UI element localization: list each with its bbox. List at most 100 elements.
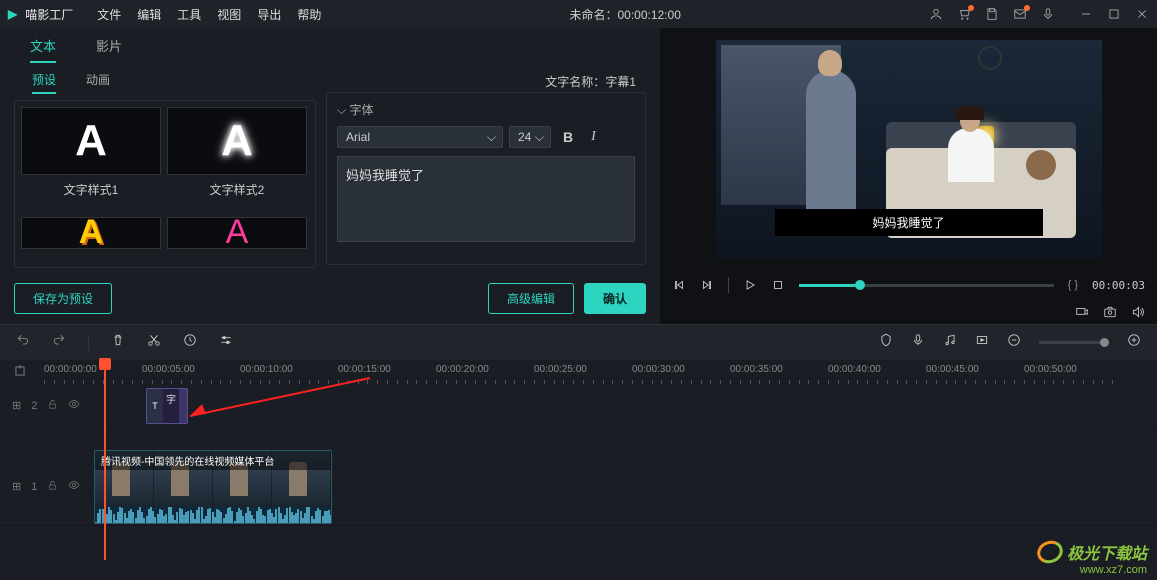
subtitle-textarea[interactable]	[337, 156, 635, 242]
font-family-select[interactable]: Arial	[337, 126, 503, 148]
preset-thumb: A	[167, 107, 307, 175]
text-name-value: 字幕1	[605, 75, 636, 89]
advanced-edit-button[interactable]: 高级编辑	[488, 283, 574, 314]
prev-frame-icon[interactable]	[672, 278, 686, 292]
delete-icon[interactable]	[111, 333, 125, 352]
presets-column: 预设 动画 A 文字样式1 A 文字样式2 A	[14, 71, 316, 265]
visibility-icon[interactable]	[68, 398, 80, 413]
close-icon[interactable]	[1135, 7, 1149, 21]
stop-icon[interactable]	[771, 278, 785, 292]
preset-label: 文字样式1	[21, 181, 161, 198]
cart-icon[interactable]	[957, 7, 971, 21]
undo-icon[interactable]	[16, 333, 30, 352]
italic-button[interactable]: I	[585, 127, 602, 147]
history-icon[interactable]	[183, 333, 197, 352]
preview-subtitle: 妈妈我睡觉了	[774, 209, 1042, 236]
ruler-mark: 00:00:50:00	[1024, 364, 1077, 375]
player-controls: { } 00:00:03	[660, 270, 1157, 300]
track-type-video-icon: ⊞	[12, 480, 21, 493]
zoom-in-icon[interactable]	[1127, 333, 1141, 352]
time-ruler[interactable]: 00:00:00:00 00:00:05:00 00:00:10:00 00:00:1…	[40, 360, 1157, 384]
bold-button[interactable]: B	[557, 127, 579, 147]
watermark-url: www.xz7.com	[1037, 564, 1147, 576]
track-type-text-icon: ⊞	[12, 399, 21, 412]
video-clip[interactable]: 腾讯视频-中国领先的在线视频媒体平台	[94, 450, 332, 524]
playhead[interactable]	[104, 360, 106, 560]
tab-clip[interactable]: 影片	[96, 36, 122, 63]
redo-icon[interactable]	[52, 333, 66, 352]
audio-mixer-icon[interactable]	[943, 333, 957, 352]
ruler-mark: 00:00:20:00	[436, 364, 489, 375]
video-preview[interactable]: 妈妈我睡觉了	[716, 40, 1102, 258]
preset-style-4[interactable]: A	[167, 217, 307, 262]
preset-thumb: A	[21, 107, 161, 175]
watermark-title: 极光下载站	[1067, 540, 1147, 564]
voiceover-icon[interactable]	[911, 333, 925, 352]
subtab-preset[interactable]: 预设	[32, 71, 56, 94]
preset-label: 文字样式2	[167, 181, 307, 198]
play-icon[interactable]	[743, 278, 757, 292]
tab-text[interactable]: 文本	[30, 36, 56, 63]
ruler-mark: 00:00:15:00	[338, 364, 391, 375]
maximize-icon[interactable]	[1107, 7, 1121, 21]
audio-waveform	[95, 507, 331, 524]
volume-icon[interactable]	[1131, 305, 1145, 319]
menu-help[interactable]: 帮助	[297, 6, 321, 23]
ruler-mark: 00:00:35:00	[730, 364, 783, 375]
preview-panel: 妈妈我睡觉了 { } 00:00:03	[660, 28, 1157, 324]
cut-icon[interactable]	[147, 333, 161, 352]
marker-icon[interactable]	[879, 333, 893, 352]
minimize-icon[interactable]	[1079, 7, 1093, 21]
video-clip-title: 腾讯视频-中国领先的在线视频媒体平台	[95, 451, 331, 470]
mic-icon[interactable]	[1041, 7, 1055, 21]
preset-thumb: A	[167, 217, 307, 249]
save-preset-button[interactable]: 保存为预设	[14, 283, 112, 314]
preset-style-1[interactable]: A 文字样式1	[21, 107, 161, 211]
ruler-mark: 00:00:25:00	[534, 364, 587, 375]
menu-view[interactable]: 视图	[217, 6, 241, 23]
preset-style-3[interactable]: A	[21, 217, 161, 262]
marker-braces[interactable]: { }	[1068, 279, 1078, 291]
ruler-mark: 00:00:40:00	[828, 364, 881, 375]
progress-bar[interactable]	[799, 284, 1054, 287]
menu-export[interactable]: 导出	[257, 6, 281, 23]
mail-icon[interactable]	[1013, 7, 1027, 21]
text-properties: 文字名称：字幕1 字体 Arial 24 B I	[326, 71, 646, 265]
preset-style-2[interactable]: A 文字样式2	[167, 107, 307, 211]
project-title: 未命名：00:00:12:00	[321, 6, 929, 23]
track-video: ⊞ 1 腾讯视频-中国领先的在线视频媒体平台	[0, 448, 1157, 526]
font-section-title[interactable]: 字体	[337, 101, 635, 118]
next-frame-icon[interactable]	[700, 278, 714, 292]
text-clip[interactable]: T 字	[146, 388, 188, 424]
visibility-icon[interactable]	[68, 479, 80, 494]
ruler-mark: 00:00:00:00	[44, 364, 97, 375]
save-icon[interactable]	[985, 7, 999, 21]
lock-icon[interactable]	[47, 399, 58, 413]
text-name-label: 文字名称：	[545, 75, 605, 89]
confirm-button[interactable]: 确认	[584, 283, 646, 314]
quality-icon[interactable]	[1075, 305, 1089, 319]
ruler-mark: 00:00:30:00	[632, 364, 685, 375]
time-display: 00:00:03	[1092, 279, 1145, 292]
add-track-button[interactable]	[0, 364, 40, 381]
settings-icon[interactable]	[219, 333, 233, 352]
timeline-toolbar	[0, 324, 1157, 360]
zoom-slider[interactable]	[1039, 341, 1109, 344]
lock-icon[interactable]	[47, 480, 58, 494]
font-size-select[interactable]: 24	[509, 126, 551, 148]
account-icon[interactable]	[929, 7, 943, 21]
track-number: 2	[31, 400, 37, 412]
menu-edit[interactable]: 编辑	[137, 6, 161, 23]
snapshot-icon[interactable]	[1103, 305, 1117, 319]
titlebar: ▶ 喵影工厂 文件 编辑 工具 视图 导出 帮助 未命名：00:00:12:00	[0, 0, 1157, 28]
track-text: ⊞ 2 T 字	[0, 384, 1157, 428]
menu-file[interactable]: 文件	[97, 6, 121, 23]
menu-tools[interactable]: 工具	[177, 6, 201, 23]
ruler-mark: 00:00:05:00	[142, 364, 195, 375]
render-icon[interactable]	[975, 333, 989, 352]
main-menu: 文件 编辑 工具 视图 导出 帮助	[97, 6, 321, 23]
zoom-out-icon[interactable]	[1007, 333, 1021, 352]
ruler-mark: 00:00:45:00	[926, 364, 979, 375]
ruler-mark: 00:00:10:00	[240, 364, 293, 375]
subtab-animation[interactable]: 动画	[86, 71, 110, 94]
